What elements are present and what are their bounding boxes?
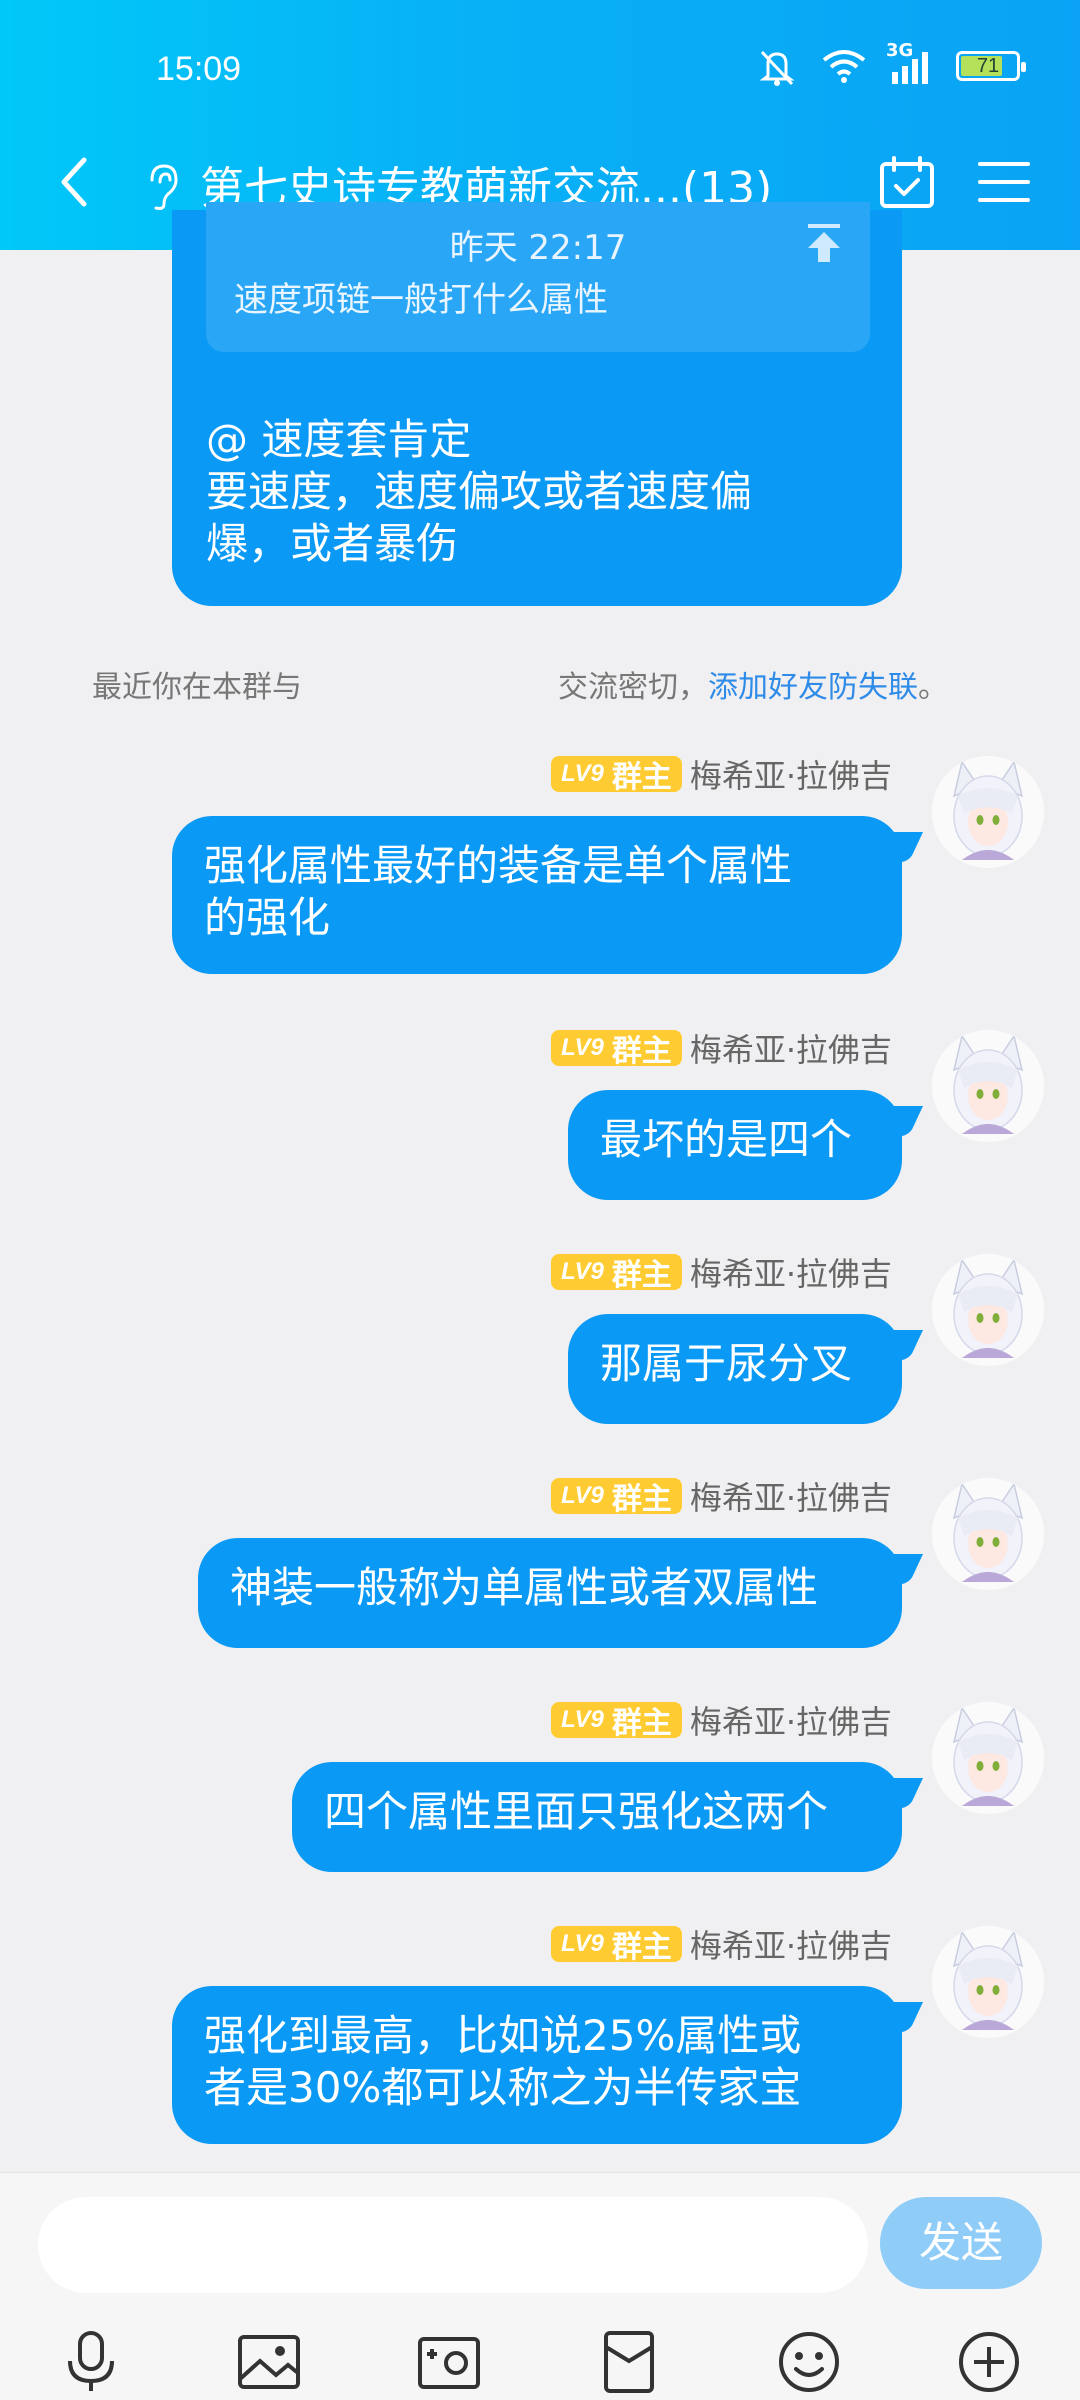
role-label: 群主 <box>611 1034 672 1069</box>
bubble-tail <box>879 832 923 862</box>
level-badge: LV9 群主 <box>551 1254 682 1293</box>
image-icon[interactable] <box>236 2329 302 2395</box>
level-label: LV9 <box>561 1034 604 1061</box>
level-badge: LV9 群主 <box>551 1926 682 1965</box>
emoji-icon[interactable] <box>776 2329 842 2395</box>
input-bar: 发送 <box>0 2172 1080 2400</box>
microphone-icon[interactable] <box>58 2329 124 2395</box>
message-text: @ 速度套肯定 要速度，速度偏攻或者速度偏 爆，或者暴伤 <box>206 415 753 568</box>
system-notice: 最近你在本群与 交流密切，添加好友防失联。 <box>92 662 948 706</box>
notice-suffix: 交流密切， <box>558 670 708 705</box>
calendar-check-icon[interactable] <box>878 156 936 208</box>
message-header: LV9 群主 梅希亚·拉佛吉 <box>551 756 892 795</box>
message-text: 最坏的是四个 <box>600 1115 853 1164</box>
message-header: LV9 群主 梅希亚·拉佛吉 <box>551 1030 892 1069</box>
bubble-tail <box>879 1778 923 1808</box>
battery-indicator: 71 <box>956 51 1026 81</box>
battery-level: 71 <box>976 54 1000 77</box>
sender-name[interactable]: 梅希亚·拉佛吉 <box>690 1249 892 1295</box>
level-label: LV9 <box>561 1706 604 1733</box>
message-header: LV9 群主 梅希亚·拉佛吉 <box>551 1702 892 1741</box>
message-input[interactable] <box>38 2197 868 2293</box>
sender-avatar[interactable] <box>932 1702 1044 1814</box>
level-label: LV9 <box>561 760 604 787</box>
message-header: LV9 群主 梅希亚·拉佛吉 <box>551 1254 892 1293</box>
message-header: LV9 群主 梅希亚·拉佛吉 <box>551 1478 892 1517</box>
add-friend-link[interactable]: 添加好友防失联 <box>708 670 918 705</box>
sender-avatar[interactable] <box>932 756 1044 868</box>
camera-icon[interactable] <box>416 2329 482 2395</box>
role-label: 群主 <box>611 1930 672 1965</box>
sender-name[interactable]: 梅希亚·拉佛吉 <box>690 1025 892 1071</box>
role-label: 群主 <box>611 1482 672 1517</box>
level-badge: LV9 群主 <box>551 1478 682 1517</box>
message-text: 四个属性里面只强化这两个 <box>324 1787 829 1836</box>
message-bubble[interactable]: 神装一般称为单属性或者双属性 <box>198 1538 923 1648</box>
bubble-tail <box>879 1106 923 1136</box>
status-time: 15:09 <box>156 50 242 88</box>
bubble-tail <box>879 1330 923 1360</box>
level-badge: LV9 群主 <box>551 1030 682 1069</box>
mute-icon <box>759 50 795 86</box>
avatar-image <box>932 1254 1044 1366</box>
message-text: 强化到最高，比如说25%属性或 者是30%都可以称之为半传家宝 <box>204 2011 802 2112</box>
message-header: LV9 群主 梅希亚·拉佛吉 <box>551 1926 892 1965</box>
message-text: 神装一般称为单属性或者双属性 <box>230 1563 819 1612</box>
menu-icon[interactable] <box>978 160 1030 204</box>
level-badge: LV9 群主 <box>551 756 682 795</box>
earpiece-mode-icon[interactable] <box>142 162 182 212</box>
level-label: LV9 <box>561 1930 604 1957</box>
avatar-image <box>932 1478 1044 1590</box>
message-bubble[interactable]: 强化属性最好的装备是单个属性 的强化 <box>172 816 923 974</box>
sender-name[interactable]: 梅希亚·拉佛吉 <box>690 1473 892 1519</box>
avatar-image <box>932 1030 1044 1142</box>
quoted-message[interactable]: 昨天 22:17 速度项链一般打什么属性 <box>206 202 870 352</box>
bubble-tail <box>879 1554 923 1584</box>
quote-time: 昨天 22:17 <box>449 228 627 268</box>
message-text: 那属于尿分叉 <box>600 1339 853 1388</box>
message-bubble[interactable]: 那属于尿分叉 <box>568 1314 923 1424</box>
bubble-tail <box>879 2002 923 2032</box>
status-icons: 3G 71 <box>754 40 1026 86</box>
wifi-icon <box>822 50 866 83</box>
reply-message-bubble[interactable]: 昨天 22:17 速度项链一般打什么属性 @ 速度套肯定 要速度，速度偏攻或者速… <box>172 202 902 606</box>
role-label: 群主 <box>611 1706 672 1741</box>
red-packet-icon[interactable] <box>596 2329 662 2395</box>
level-badge: LV9 群主 <box>551 1702 682 1741</box>
avatar-image <box>932 1926 1044 2038</box>
message-bubble[interactable]: 最坏的是四个 <box>568 1090 923 1200</box>
sender-name[interactable]: 梅希亚·拉佛吉 <box>690 1697 892 1743</box>
signal-icon: 3G <box>886 40 934 84</box>
sender-avatar[interactable] <box>932 1478 1044 1590</box>
level-label: LV9 <box>561 1258 604 1285</box>
avatar-image <box>932 756 1044 868</box>
notice-prefix: 最近你在本群与 <box>92 670 302 705</box>
message-bubble[interactable]: 强化到最高，比如说25%属性或 者是30%都可以称之为半传家宝 <box>172 1986 923 2144</box>
jump-to-original-icon[interactable] <box>804 220 844 264</box>
avatar-image <box>932 1702 1044 1814</box>
message-bubble[interactable]: 四个属性里面只强化这两个 <box>292 1762 923 1872</box>
message-text: 强化属性最好的装备是单个属性 的强化 <box>204 841 793 942</box>
level-label: LV9 <box>561 1482 604 1509</box>
role-label: 群主 <box>611 760 672 795</box>
notice-end: 。 <box>918 670 948 705</box>
sender-avatar[interactable] <box>932 1926 1044 2038</box>
send-button[interactable]: 发送 <box>880 2197 1042 2289</box>
role-label: 群主 <box>611 1258 672 1293</box>
quote-text: 速度项链一般打什么属性 <box>234 280 608 320</box>
sender-avatar[interactable] <box>932 1030 1044 1142</box>
sender-name[interactable]: 梅希亚·拉佛吉 <box>690 1921 892 1967</box>
plus-icon[interactable] <box>956 2329 1022 2395</box>
sender-name[interactable]: 梅希亚·拉佛吉 <box>690 751 892 797</box>
sender-avatar[interactable] <box>932 1254 1044 1366</box>
back-icon[interactable] <box>52 152 96 212</box>
